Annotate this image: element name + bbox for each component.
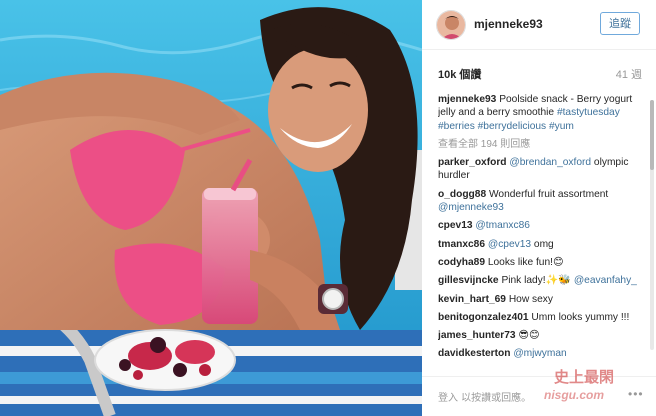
comment-scrollbar[interactable] <box>650 100 654 350</box>
comment-mention[interactable]: @tmanxc86 <box>475 220 530 231</box>
avatar[interactable] <box>436 10 466 40</box>
watermark-title: 史上最閑 <box>554 368 615 386</box>
list-item: codyha89 Looks like fun!😊 <box>438 256 644 269</box>
caption-username[interactable]: mjenneke93 <box>438 94 496 105</box>
post-header: mjenneke93 追蹤 <box>422 0 656 50</box>
list-item: gillesvijncke Pink lady!✨🐝 @eavanfahy_ <box>438 274 644 287</box>
post-image <box>0 0 422 416</box>
list-item: parker_oxford @brendan_oxford olympic hu… <box>438 156 644 183</box>
list-item: james_hunter73 😎😊 <box>438 329 644 342</box>
comment-text: Looks like fun!😊 <box>487 256 564 268</box>
scroll-thumb[interactable] <box>650 100 654 170</box>
view-all-comments-link[interactable]: 查看全部 194 則回應 <box>438 138 644 151</box>
comment-text: 😎😊 <box>518 330 540 342</box>
comment-username[interactable]: benitogonzalez401 <box>438 312 529 323</box>
post-age[interactable]: 41 週 <box>616 66 642 82</box>
post-sidebar: mjenneke93 追蹤 10k 個讚 41 週 mjenneke93 Poo… <box>422 0 656 416</box>
list-item: benitogonzalez401 Umm looks yummy !!! <box>438 311 644 324</box>
like-count[interactable]: 10k 個讚 <box>438 66 481 82</box>
list-item: davidkesterton @mjwyman <box>438 347 644 360</box>
comment-username[interactable]: kevin_hart_69 <box>438 294 506 305</box>
comment-mention[interactable]: @cpev13 <box>488 239 531 250</box>
comment-mention[interactable]: @mjwyman <box>513 348 566 359</box>
post-username[interactable]: mjenneke93 <box>474 17 543 31</box>
comment-text: Wonderful fruit assortment <box>488 188 609 200</box>
follow-button[interactable]: 追蹤 <box>600 12 640 35</box>
comment-mention[interactable]: @mjenneke93 <box>438 202 504 213</box>
comment-text: omg <box>533 238 554 250</box>
comment-username[interactable]: davidkesterton <box>438 348 510 359</box>
watermark: 史上最閑 nisgu.com <box>530 366 652 412</box>
list-item: o_dogg88 Wonderful fruit assortment @mje… <box>438 188 644 215</box>
comment-username[interactable]: parker_oxford <box>438 157 507 168</box>
comment-text: Umm looks yummy !!! <box>531 311 630 323</box>
post-photo[interactable] <box>0 0 422 416</box>
login-prompt[interactable]: 登入 以按讚或回應。 <box>438 389 531 404</box>
watermark-url: nisgu.com <box>544 388 605 402</box>
post-stats: 10k 個讚 41 週 <box>438 66 642 82</box>
comment-mention[interactable]: @eavanfahy_ <box>574 275 637 286</box>
caption: mjenneke93 Poolside snack - Berry yogurt… <box>438 93 644 133</box>
comment-username[interactable]: cpev13 <box>438 220 473 231</box>
comment-username[interactable]: tmanxc86 <box>438 239 485 250</box>
list-item: cpev13 @tmanxc86 <box>438 219 644 232</box>
comment-mention[interactable]: @brendan_oxford <box>509 157 591 168</box>
avatar-image <box>437 11 465 39</box>
comment-text: Pink lady!✨🐝 <box>501 275 571 287</box>
list-item: kevin_hart_69 How sexy <box>438 293 644 306</box>
comment-username[interactable]: james_hunter73 <box>438 330 516 341</box>
comment-text: How sexy <box>508 293 553 305</box>
list-item: tmanxc86 @cpev13 omg <box>438 238 644 251</box>
comment-username[interactable]: gillesvijncke <box>438 275 499 286</box>
comment-username[interactable]: codyha89 <box>438 257 485 268</box>
comment-username[interactable]: o_dogg88 <box>438 189 486 200</box>
comment-list[interactable]: mjenneke93 Poolside snack - Berry yogurt… <box>438 93 644 373</box>
